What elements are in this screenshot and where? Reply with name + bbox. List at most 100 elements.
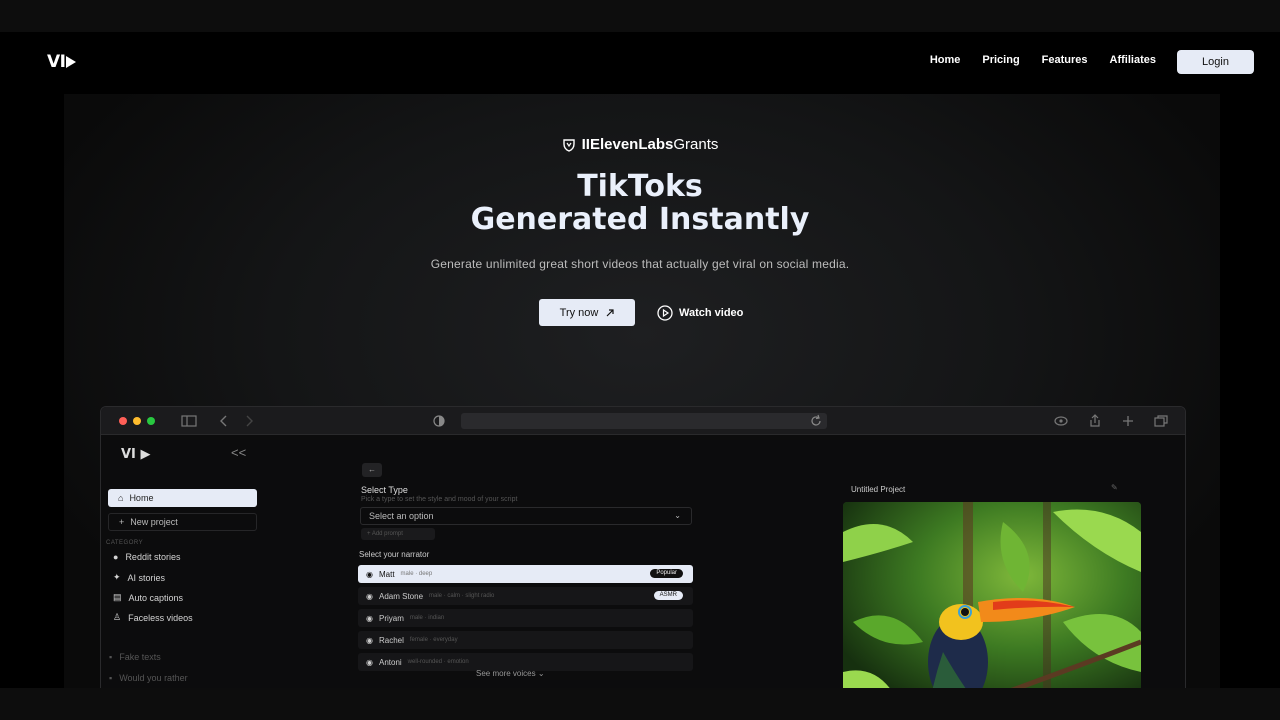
voice-meta: female · everyday: [409, 637, 458, 643]
type-select[interactable]: Select an option ⌄: [360, 507, 692, 525]
app-logo-text: VI: [121, 447, 136, 462]
narrator-title: Select your narrator: [359, 550, 430, 559]
voice-name: Rachel: [378, 635, 404, 645]
play-voice-icon: ◉: [366, 657, 373, 667]
sidebar-toggle-icon: [181, 415, 197, 427]
voice-option-rachel[interactable]: ◉ Rachel female · everyday: [358, 631, 693, 649]
browser-chrome: [101, 407, 1185, 435]
sidebar-item-auto-captions[interactable]: ▤ Auto captions: [113, 592, 183, 603]
sidebar-item-home[interactable]: ⌂ Home: [108, 489, 257, 507]
collapse-sidebar-button[interactable]: <<: [231, 445, 246, 460]
voice-meta: male · calm · slight radio: [429, 593, 495, 599]
reload-icon: [811, 414, 821, 426]
close-dot: [119, 417, 127, 425]
voice-name: Matt: [378, 569, 395, 579]
captions-icon: ▤: [113, 592, 122, 602]
see-more-voices-link[interactable]: See more voices ⌄: [476, 669, 545, 678]
voice-meta: male · indian: [409, 615, 445, 621]
hero-subtitle: Generate unlimited great short videos th…: [430, 257, 850, 271]
reddit-icon: ●: [113, 552, 119, 562]
chevron-down-icon: ⌄: [537, 669, 545, 678]
sidebar-item-label: AI stories: [127, 572, 166, 583]
new-project-button[interactable]: + New project: [108, 513, 257, 531]
maximize-dot: [147, 417, 155, 425]
chat-icon: ▪: [109, 673, 113, 683]
shield-icon: [562, 138, 575, 152]
see-more-label: See more voices: [476, 669, 536, 678]
badge-text: IIElevenLabsGrants: [582, 136, 719, 153]
hero-title-line1: TikToks: [577, 169, 703, 204]
sidebar-item-label: Auto captions: [128, 592, 184, 603]
landing-page: VI Home Pricing Features Affiliates Logi…: [0, 32, 1280, 688]
voice-name: Antoni: [378, 657, 402, 667]
nav-link-home[interactable]: Home: [930, 54, 961, 66]
voice-tag: Popular: [650, 569, 683, 578]
play-circle-icon: [657, 304, 673, 321]
watch-video-button[interactable]: Watch video: [657, 304, 743, 321]
sidebar-item-home-label: Home: [129, 493, 154, 503]
forward-arrow-icon: [246, 415, 253, 427]
home-icon: ⌂: [118, 493, 124, 503]
sidebar-item-faceless-videos[interactable]: ♙ Faceless videos: [113, 612, 193, 623]
voice-option-adam-stone[interactable]: ◉ Adam Stone male · calm · slight radio …: [358, 587, 693, 605]
try-now-label: Try now: [559, 306, 599, 319]
chevron-down-icon: ⌄: [674, 511, 681, 520]
sidebar-item-fake-texts[interactable]: ▪ Fake texts: [109, 652, 161, 662]
app-play-icon: ▶: [140, 447, 151, 462]
tabs-overview-icon: [1154, 415, 1168, 427]
login-button[interactable]: Login: [1177, 50, 1254, 74]
logo[interactable]: VI: [47, 52, 77, 72]
eye-icon: [1054, 416, 1068, 426]
app-preview-browser: VI ▶ << ⌂ Home + New project CATEGORY ● R…: [100, 406, 1186, 688]
back-button[interactable]: ←: [362, 463, 382, 477]
edit-icon[interactable]: ✎: [1111, 483, 1118, 492]
privacy-icon: [433, 415, 445, 427]
voice-tag: ASMR: [653, 591, 683, 600]
voice-name: Adam Stone: [378, 591, 424, 601]
sidebar-item-reddit-stories[interactable]: ● Reddit stories: [113, 552, 180, 562]
letterbox-bottom: [0, 688, 1280, 720]
app-logo[interactable]: VI ▶: [121, 447, 150, 462]
toucan-illustration: [843, 502, 1141, 688]
nav-links: Home Pricing Features Affiliates: [930, 54, 1156, 66]
back-arrow-icon: [220, 415, 227, 427]
hero-title: TikToks Generated Instantly: [0, 170, 1280, 236]
voice-name: Priyam: [378, 613, 404, 623]
sidebar-item-label: Reddit stories: [125, 552, 181, 562]
chat-icon: ▪: [109, 652, 113, 662]
grants-badge: IIElevenLabsGrants: [0, 136, 1280, 153]
plus-icon: +: [119, 517, 125, 527]
nav-link-features[interactable]: Features: [1042, 54, 1088, 66]
try-now-button[interactable]: Try now: [539, 299, 635, 326]
cta-group: Try now Watch video: [539, 299, 743, 326]
voice-meta: male · deep: [400, 571, 433, 577]
url-bar[interactable]: [461, 413, 827, 429]
voice-meta: well-rounded · emotion: [407, 659, 469, 665]
new-project-label: New project: [130, 517, 178, 527]
nav-link-affiliates[interactable]: Affiliates: [1110, 54, 1156, 66]
sidebar-item-would-you-rather[interactable]: ▪ Would you rather: [109, 673, 188, 683]
category-heading: CATEGORY: [106, 540, 144, 546]
play-voice-icon: ◉: [366, 635, 373, 645]
share-icon: [1090, 414, 1100, 427]
badge-brand: IIElevenLabs: [581, 136, 674, 153]
sidebar-item-label: Would you rather: [119, 673, 188, 683]
arrow-up-right-icon: [606, 308, 614, 316]
sidebar-item-label: Faceless videos: [128, 612, 193, 623]
top-nav: VI Home Pricing Features Affiliates Logi…: [0, 32, 1280, 94]
voice-option-priyam[interactable]: ◉ Priyam male · indian: [358, 609, 693, 627]
type-select-value: Select an option: [369, 511, 434, 521]
project-title: Untitled Project: [851, 485, 906, 494]
nav-link-pricing[interactable]: Pricing: [982, 54, 1019, 66]
select-type-title: Select Type: [361, 485, 408, 495]
sparkle-icon: ✦: [113, 572, 121, 582]
sidebar-item-ai-stories[interactable]: ✦ AI stories: [113, 572, 165, 583]
user-icon: ♙: [113, 612, 122, 622]
play-voice-icon: ◉: [366, 591, 373, 601]
play-voice-icon: ◉: [366, 569, 373, 579]
voice-option-matt[interactable]: ◉ Matt male · deep Popular: [358, 565, 693, 583]
badge-suffix: Grants: [673, 136, 719, 153]
hero-title-line2: Generated Instantly: [470, 202, 810, 237]
new-tab-icon: [1123, 416, 1133, 426]
add-prompt-button[interactable]: + Add prompt: [361, 528, 435, 540]
